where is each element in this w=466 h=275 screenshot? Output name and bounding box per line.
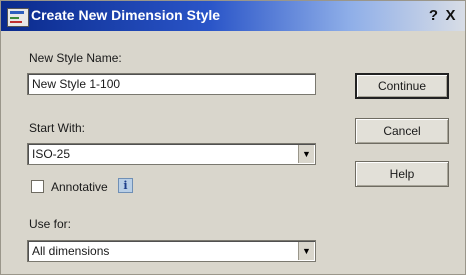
dialog-title: Create New Dimension Style bbox=[31, 7, 221, 23]
new-style-name-label: New Style Name: bbox=[29, 51, 122, 65]
use-for-label: Use for: bbox=[29, 217, 72, 231]
use-for-select[interactable]: All dimensions ▼ bbox=[27, 240, 316, 262]
chevron-down-icon[interactable]: ▼ bbox=[298, 145, 314, 163]
start-with-select[interactable]: ISO-25 ▼ bbox=[27, 143, 316, 165]
start-with-label: Start With: bbox=[29, 121, 86, 135]
annotative-label: Annotative bbox=[51, 180, 108, 194]
start-with-value: ISO-25 bbox=[32, 147, 71, 161]
use-for-value: All dimensions bbox=[32, 244, 110, 258]
close-icon[interactable]: X bbox=[443, 7, 458, 24]
cancel-button[interactable]: Cancel bbox=[355, 118, 449, 144]
new-style-name-input[interactable]: New Style 1-100 bbox=[27, 73, 316, 95]
help-question-icon[interactable]: ? bbox=[426, 7, 441, 24]
create-new-dimension-style-dialog: Create New Dimension Style ? X New Style… bbox=[0, 0, 466, 275]
annotative-checkbox[interactable] bbox=[31, 180, 44, 193]
chevron-down-icon[interactable]: ▼ bbox=[298, 242, 314, 260]
new-style-name-value: New Style 1-100 bbox=[32, 77, 121, 91]
help-button[interactable]: Help bbox=[355, 161, 449, 187]
title-bar[interactable]: Create New Dimension Style ? X bbox=[1, 1, 465, 31]
info-icon[interactable]: i bbox=[118, 178, 133, 193]
dimension-style-app-icon bbox=[7, 8, 29, 27]
continue-button[interactable]: Continue bbox=[355, 73, 449, 99]
